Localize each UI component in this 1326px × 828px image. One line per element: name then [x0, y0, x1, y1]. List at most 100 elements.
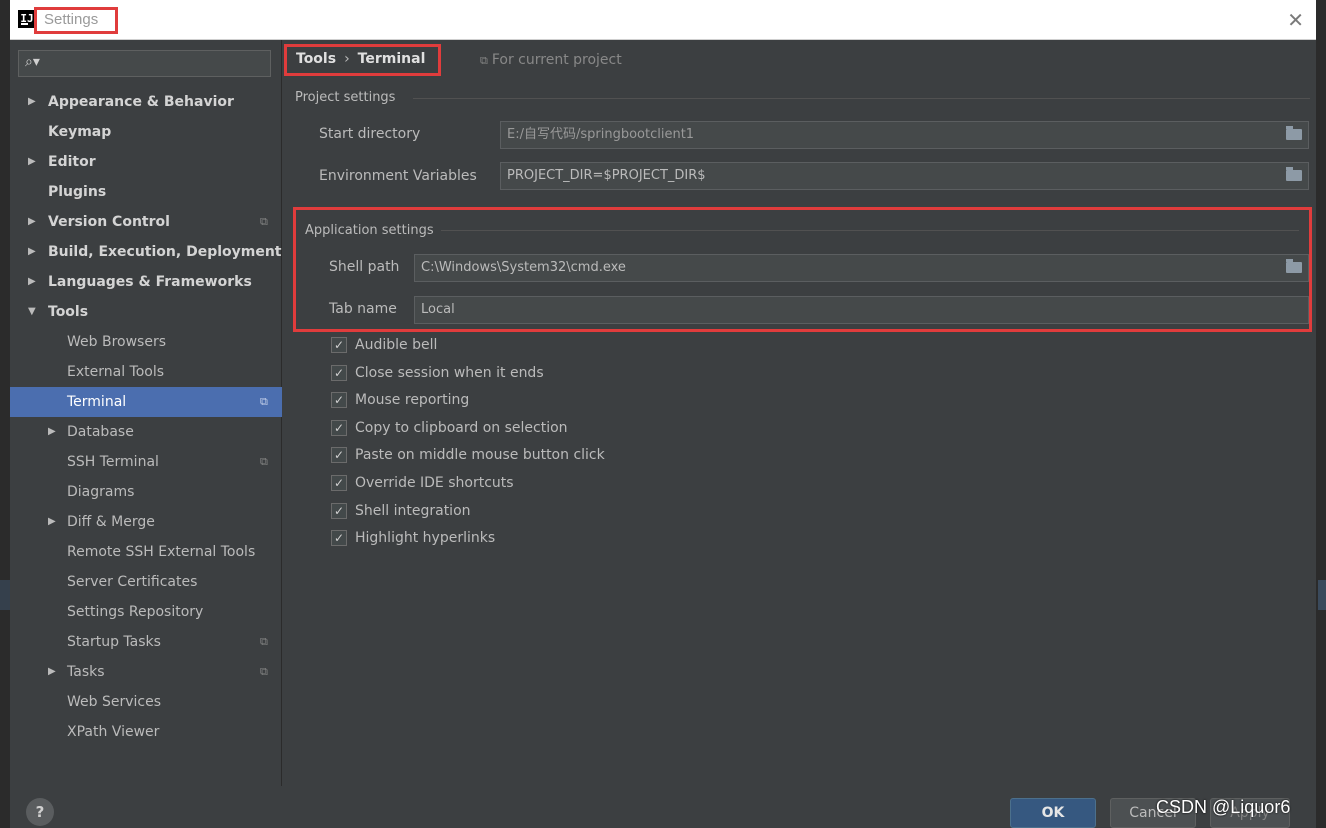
collapsed-arrow-icon[interactable]: ▶	[28, 207, 36, 237]
shell-path-value: C:\Windows\System32\cmd.exe	[421, 260, 626, 275]
sidebar-item-build-execution-deployment[interactable]: ▶ Build, Execution, Deployment	[10, 237, 282, 267]
checkbox-icon[interactable]: ✓	[331, 475, 347, 491]
checkbox-icon[interactable]: ✓	[331, 419, 347, 436]
sidebar-item-remote-ssh-external-tools[interactable]: Remote SSH External Tools	[10, 537, 282, 567]
checkbox-icon[interactable]: ✓	[331, 530, 347, 547]
expanded-arrow-icon[interactable]: ▼	[28, 297, 36, 327]
sidebar-item-terminal[interactable]: Terminal ⧉	[10, 387, 282, 417]
sidebar-item-server-certificates[interactable]: Server Certificates	[10, 567, 282, 597]
copy-icon: ⧉	[260, 395, 268, 408]
sidebar-item-keymap[interactable]: Keymap	[10, 117, 282, 147]
sidebar-item-label: Diff & Merge	[67, 514, 155, 530]
terminal-settings-panel: Tools › Terminal ⧉ For current project Proj…	[283, 40, 1316, 786]
checkbox-copy-to-clipboard-on-selection[interactable]: ✓ Copy to clipboard on selection	[331, 418, 568, 440]
dialog-footer: ? OK Cancel Apply	[10, 786, 1316, 828]
sidebar-item-web-browsers[interactable]: Web Browsers	[10, 327, 282, 357]
sidebar-item-plugins[interactable]: Plugins	[10, 177, 282, 207]
collapsed-arrow-icon[interactable]: ▶	[48, 507, 56, 537]
scope-label: ⧉ For current project	[480, 52, 622, 68]
sidebar-item-database[interactable]: ▶ Database	[10, 417, 282, 447]
background-ide-left	[0, 0, 10, 828]
checkbox-icon[interactable]: ✓	[331, 392, 347, 409]
checkbox-icon[interactable]: ✓	[331, 447, 347, 464]
sidebar-item-label: Server Certificates	[67, 574, 198, 590]
sidebar-item-settings-repository[interactable]: Settings Repository	[10, 597, 282, 627]
checkbox-highlight-hyperlinks[interactable]: ✓ Highlight hyperlinks	[331, 528, 495, 550]
watermark: CSDN @Liquor6	[1156, 797, 1291, 817]
copy-icon: ⧉	[260, 635, 268, 648]
collapsed-arrow-icon[interactable]: ▶	[28, 267, 36, 297]
sidebar-item-label: Editor	[48, 154, 96, 170]
folder-icon[interactable]	[1286, 259, 1302, 273]
sidebar-item-xpath-viewer[interactable]: XPath Viewer	[10, 717, 282, 747]
collapsed-arrow-icon[interactable]: ▶	[48, 657, 56, 687]
checkbox-label: Shell integration	[355, 502, 471, 519]
section-divider	[413, 98, 1310, 99]
collapsed-arrow-icon[interactable]: ▶	[28, 237, 36, 267]
folder-icon[interactable]	[1286, 167, 1302, 181]
breadcrumb-current: Terminal	[357, 51, 426, 67]
sidebar-item-version-control[interactable]: ▶ Version Control ⧉	[10, 207, 282, 237]
sidebar-item-tasks[interactable]: ▶ Tasks ⧉	[10, 657, 282, 687]
checkbox-icon[interactable]: ✓	[331, 364, 347, 381]
project-settings-title: Project settings	[295, 90, 396, 105]
sidebar-item-tools[interactable]: ▼ Tools	[10, 297, 282, 327]
collapsed-arrow-icon[interactable]: ▶	[28, 87, 36, 117]
checkbox-override-ide-shortcuts[interactable]: ✓ Override IDE shortcuts	[331, 473, 514, 495]
ok-button[interactable]: OK	[1010, 798, 1096, 828]
start-directory-field[interactable]: E:/自写代码/springbootclient1	[500, 121, 1309, 149]
scope-text: For current project	[491, 52, 622, 68]
sidebar-item-label: Plugins	[48, 184, 107, 200]
sidebar-item-web-services[interactable]: Web Services	[10, 687, 282, 717]
collapsed-arrow-icon[interactable]: ▶	[28, 147, 36, 177]
checkbox-label: Close session when it ends	[355, 364, 544, 381]
search-icon: ⌕▾	[25, 54, 40, 70]
sidebar-item-label: Settings Repository	[67, 604, 204, 620]
shell-path-label: Shell path	[329, 259, 400, 275]
background-highlight	[1318, 580, 1326, 610]
sidebar-item-label: SSH Terminal	[67, 454, 159, 470]
close-icon[interactable]: ✕	[1287, 8, 1304, 32]
env-vars-value: PROJECT_DIR=$PROJECT_DIR$	[507, 168, 706, 183]
tab-name-value: Local	[421, 302, 455, 317]
folder-icon[interactable]	[1286, 126, 1302, 140]
sidebar-item-label: Tools	[48, 304, 89, 320]
env-vars-field[interactable]: PROJECT_DIR=$PROJECT_DIR$	[500, 162, 1309, 190]
background-highlight	[0, 580, 10, 610]
sidebar-item-external-tools[interactable]: External Tools	[10, 357, 282, 387]
sidebar-item-label: XPath Viewer	[67, 724, 160, 740]
env-vars-label: Environment Variables	[319, 168, 477, 184]
checkbox-mouse-reporting[interactable]: ✓ Mouse reporting	[331, 390, 469, 412]
sidebar-item-ssh-terminal[interactable]: SSH Terminal ⧉	[10, 447, 282, 477]
settings-tree: ▶ Appearance & Behavior Keymap ▶ Editor Plugi…	[10, 87, 282, 747]
help-button[interactable]: ?	[26, 798, 54, 826]
sidebar-item-appearance-behavior[interactable]: ▶ Appearance & Behavior	[10, 87, 282, 117]
checkbox-icon[interactable]: ✓	[331, 337, 347, 353]
background-ide-right	[1318, 0, 1326, 828]
sidebar-item-startup-tasks[interactable]: Startup Tasks ⧉	[10, 627, 282, 657]
checkbox-shell-integration[interactable]: ✓ Shell integration	[331, 501, 471, 523]
start-directory-value: E:/自写代码/springbootclient1	[507, 127, 695, 142]
copy-icon: ⧉	[260, 665, 268, 678]
checkbox-label: Mouse reporting	[355, 392, 470, 409]
collapsed-arrow-icon[interactable]: ▶	[48, 417, 56, 447]
search-input[interactable]: ⌕▾	[18, 50, 271, 77]
sidebar-item-label: Remote SSH External Tools	[67, 544, 256, 560]
copy-icon: ⧉	[260, 455, 268, 468]
checkbox-paste-on-middle-mouse-button-click[interactable]: ✓ Paste on middle mouse button click	[331, 445, 605, 467]
tab-name-field[interactable]: Local	[414, 296, 1309, 324]
checkbox-close-session-when-it-ends[interactable]: ✓ Close session when it ends	[331, 363, 544, 385]
sidebar-item-label: Web Browsers	[67, 334, 166, 350]
sidebar-item-languages-frameworks[interactable]: ▶ Languages & Frameworks	[10, 267, 282, 297]
sidebar-item-editor[interactable]: ▶ Editor	[10, 147, 282, 177]
shell-path-field[interactable]: C:\Windows\System32\cmd.exe	[414, 254, 1309, 282]
start-directory-label: Start directory	[319, 126, 421, 142]
breadcrumb-parent[interactable]: Tools	[296, 51, 336, 67]
sidebar-item-diff-merge[interactable]: ▶ Diff & Merge	[10, 507, 282, 537]
sidebar-item-diagrams[interactable]: Diagrams	[10, 477, 282, 507]
sidebar-item-label: Build, Execution, Deployment	[48, 244, 282, 260]
section-divider	[441, 230, 1299, 231]
checkbox-label: Audible bell	[355, 337, 438, 353]
checkbox-icon[interactable]: ✓	[331, 502, 347, 519]
checkbox-audible-bell[interactable]: ✓ Audible bell	[331, 335, 437, 357]
